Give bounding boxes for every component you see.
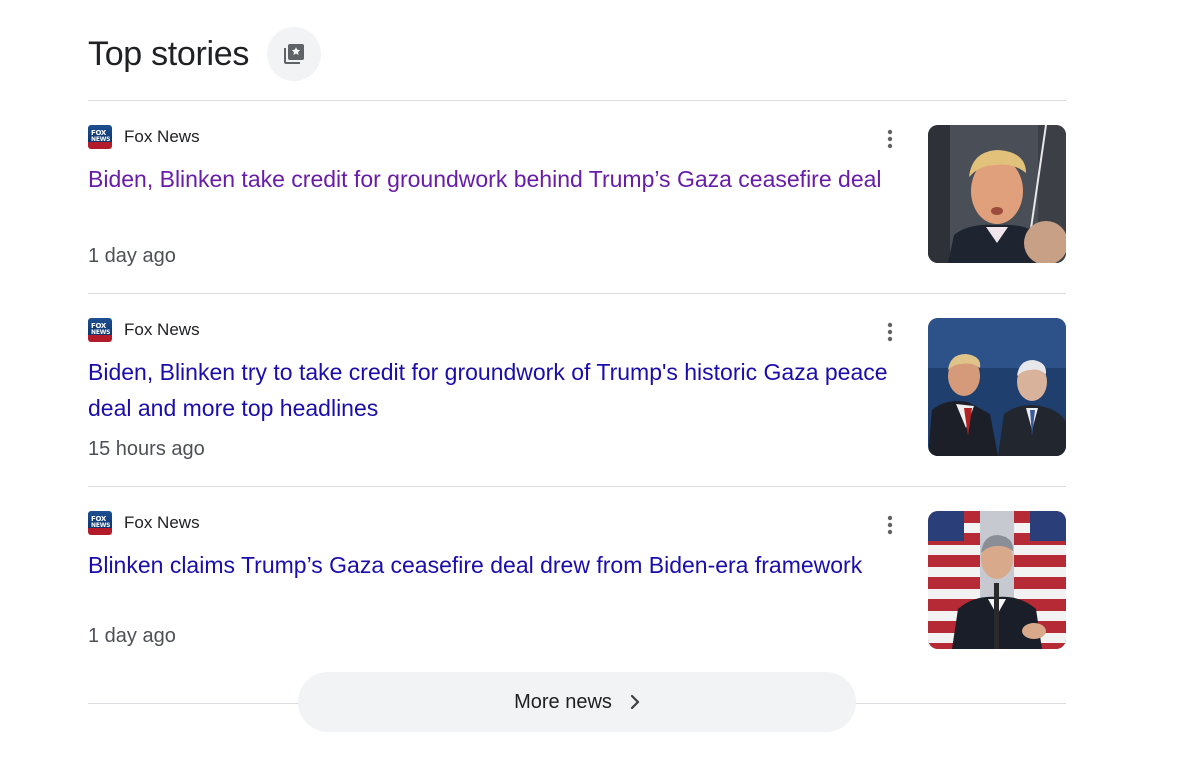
story-thumbnail[interactable]	[928, 125, 1066, 263]
saved-stories-button[interactable]	[267, 27, 322, 81]
story-card[interactable]: FOX NEWS Fox News Biden, Blinken try to t…	[88, 318, 1066, 510]
divider	[88, 100, 1066, 101]
story-headline-link[interactable]: Biden, Blinken take credit for groundwor…	[88, 161, 888, 197]
divider	[88, 293, 1066, 294]
divider	[88, 486, 1066, 487]
more-vert-icon	[887, 129, 893, 149]
more-news-label: More news	[514, 690, 612, 713]
section-header: Top stories	[88, 26, 322, 82]
story-timestamp: 1 day ago	[88, 245, 176, 267]
more-vert-icon	[887, 515, 893, 535]
source-name: Fox News	[124, 320, 200, 339]
source-name: Fox News	[124, 127, 200, 146]
more-news-button[interactable]: More news	[298, 672, 856, 732]
story-headline-link[interactable]: Blinken claims Trump’s Gaza ceasefire de…	[88, 547, 888, 583]
story-timestamp: 15 hours ago	[88, 438, 205, 460]
story-thumbnail[interactable]	[928, 511, 1066, 649]
story-headline-link[interactable]: Biden, Blinken try to take credit for gr…	[88, 354, 888, 426]
story-menu-button[interactable]	[878, 513, 902, 537]
chevron-right-icon	[630, 694, 640, 710]
section-title: Top stories	[88, 34, 250, 73]
fox-news-logo: FOX NEWS	[88, 511, 112, 535]
story-menu-button[interactable]	[878, 127, 902, 151]
fox-news-logo: FOX NEWS	[88, 318, 112, 342]
story-source: FOX NEWS Fox News	[88, 318, 200, 342]
story-menu-button[interactable]	[878, 320, 902, 344]
source-name: Fox News	[124, 513, 200, 532]
saved-stories-icon	[284, 44, 305, 64]
story-source: FOX NEWS Fox News	[88, 125, 200, 149]
story-source: FOX NEWS Fox News	[88, 511, 200, 535]
story-thumbnail[interactable]	[928, 318, 1066, 456]
story-card[interactable]: FOX NEWS Fox News Biden, Blinken take cre…	[88, 125, 1066, 317]
fox-news-logo: FOX NEWS	[88, 125, 112, 149]
more-vert-icon	[887, 322, 893, 342]
story-timestamp: 1 day ago	[88, 625, 176, 647]
